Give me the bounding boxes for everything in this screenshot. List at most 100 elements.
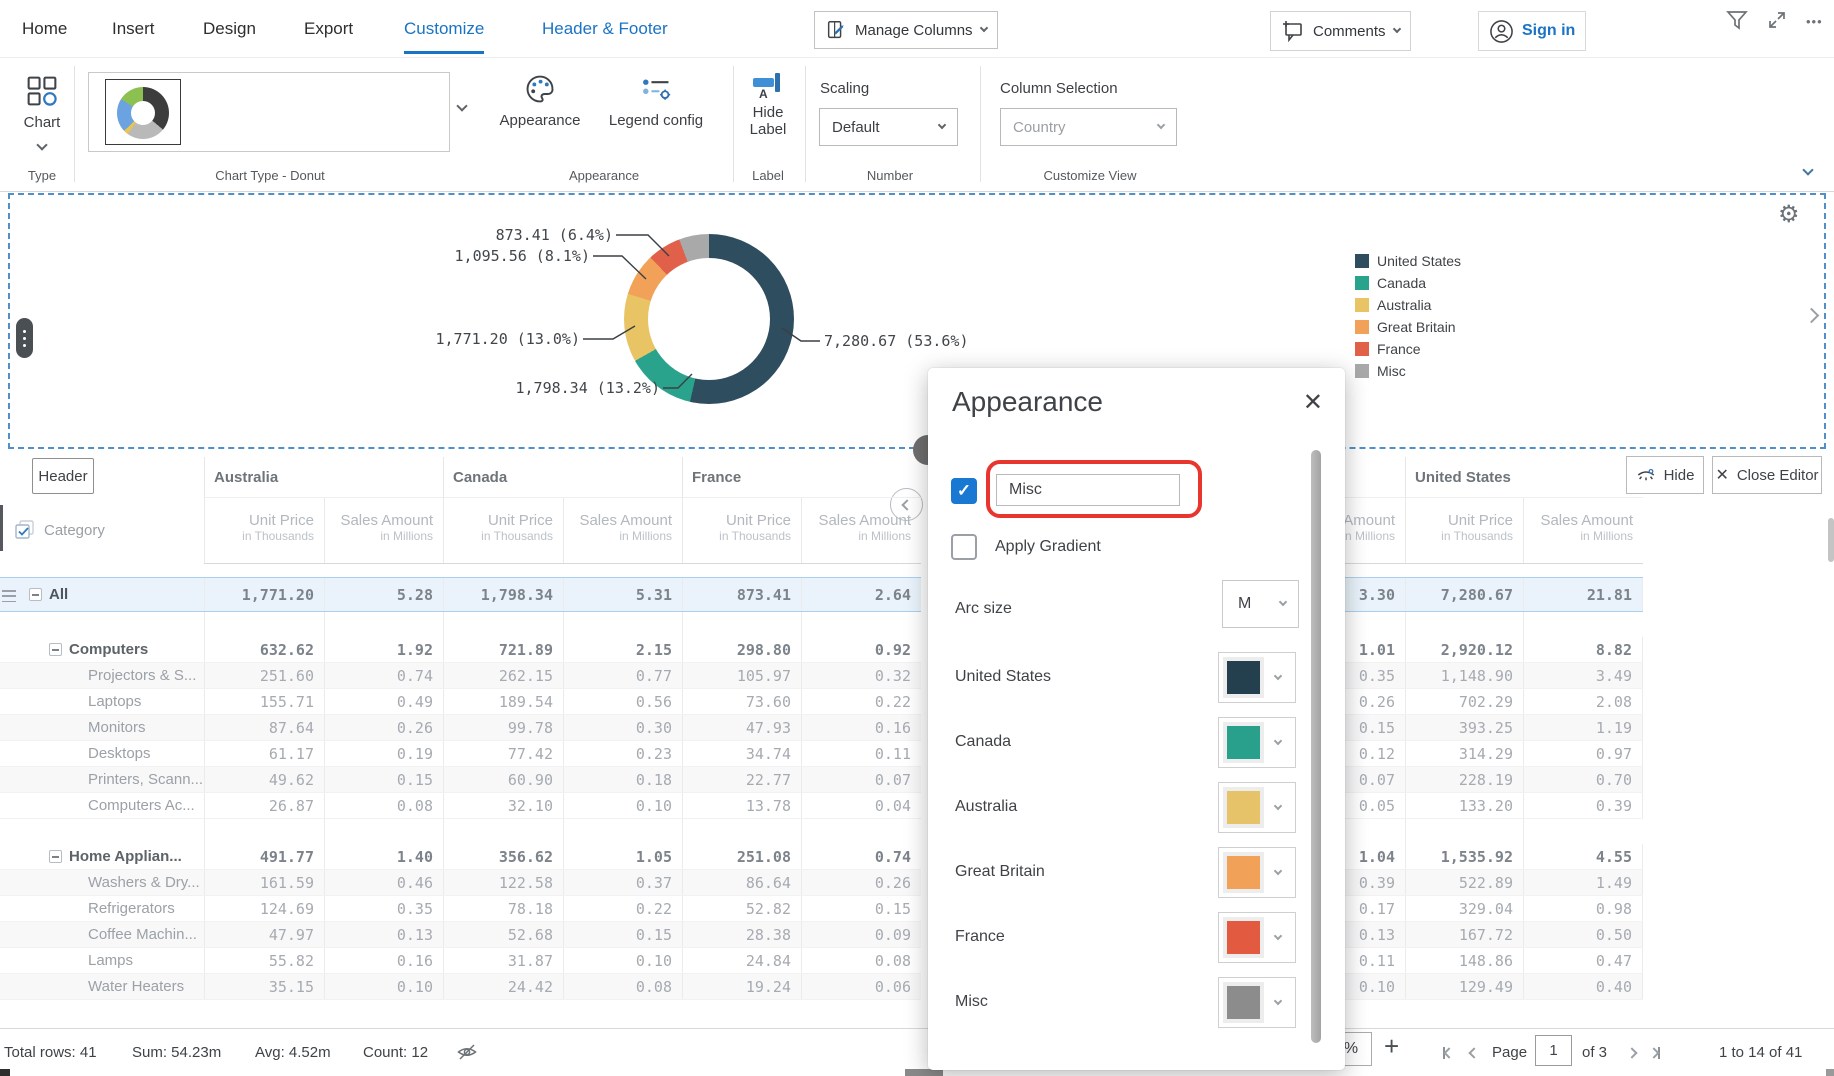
chart-type-button[interactable]: Chart	[16, 74, 68, 149]
collapse-icon[interactable]	[49, 643, 62, 656]
collapse-icon[interactable]	[29, 588, 42, 601]
tab-design[interactable]: Design	[203, 0, 256, 58]
grid-cell[interactable]: 522.89	[1405, 870, 1523, 895]
column-header-measure[interactable]: Unit Pricein Thousands	[682, 497, 801, 563]
comments-button[interactable]: Comments	[1270, 11, 1411, 51]
legend-config-button[interactable]: Legend config	[598, 72, 714, 129]
color-swatch-dropdown[interactable]	[1218, 652, 1296, 703]
tab-insert[interactable]: Insert	[112, 0, 155, 58]
grid-cell[interactable]: 1,771.20	[204, 578, 324, 611]
collapse-ribbon-icon[interactable]	[1802, 164, 1813, 175]
grid-cell[interactable]: 1,535.92	[1405, 844, 1523, 869]
grid-cell[interactable]: 0.74	[324, 663, 443, 688]
grid-cell[interactable]: 129.49	[1405, 974, 1523, 999]
drag-handle[interactable]	[16, 318, 33, 358]
grid-cell[interactable]: 0.92	[801, 637, 921, 662]
grid-cell[interactable]: 2,920.12	[1405, 637, 1523, 662]
misc-name-input[interactable]	[996, 474, 1180, 506]
tab-customize[interactable]: Customize	[404, 0, 484, 58]
row-label-cell[interactable]: Home Applian...	[0, 844, 204, 869]
grid-cell[interactable]: 0.13	[324, 922, 443, 947]
grid-cell[interactable]: 122.58	[443, 870, 563, 895]
zoom-in-button[interactable]: +	[1384, 1031, 1399, 1062]
grid-cell[interactable]: 61.17	[204, 741, 324, 766]
selector-chevron-icon[interactable]	[456, 100, 467, 111]
column-header-measure[interactable]: Sales Amountin Millions	[801, 497, 921, 563]
row-label-cell[interactable]: Computers Ac...	[0, 793, 204, 818]
legend-item[interactable]: Great Britain	[1355, 316, 1461, 338]
grid-cell[interactable]: 393.25	[1405, 715, 1523, 740]
grid-cell[interactable]: 0.16	[324, 948, 443, 973]
row-label-cell[interactable]: All	[0, 578, 204, 611]
grid-cell[interactable]: 0.08	[324, 793, 443, 818]
grid-cell[interactable]: 0.22	[563, 896, 682, 921]
grid-cell[interactable]: 0.18	[563, 767, 682, 792]
dialog-close-icon[interactable]: ✕	[1303, 388, 1323, 417]
tab-export[interactable]: Export	[304, 0, 353, 58]
grid-cell[interactable]: 702.29	[1405, 689, 1523, 714]
row-drag-icon[interactable]	[2, 590, 16, 602]
grid-cell[interactable]: 105.97	[682, 663, 801, 688]
donut-ring[interactable]	[624, 234, 794, 404]
column-header-measure[interactable]: Unit Pricein Thousands	[204, 497, 324, 563]
tab-home[interactable]: Home	[22, 0, 67, 58]
appearance-button[interactable]: Appearance	[494, 72, 586, 129]
collapse-icon[interactable]	[49, 850, 62, 863]
filter-icon[interactable]	[1725, 8, 1749, 32]
row-label-cell[interactable]: Coffee Machin...	[0, 922, 204, 947]
grid-cell[interactable]: 228.19	[1405, 767, 1523, 792]
grid-cell[interactable]: 133.20	[1405, 793, 1523, 818]
grid-cell[interactable]: 0.46	[324, 870, 443, 895]
header-button[interactable]: Header	[32, 458, 94, 494]
grid-cell[interactable]: 0.10	[324, 974, 443, 999]
grid-cell[interactable]: 251.60	[204, 663, 324, 688]
grid-cell[interactable]: 298.80	[682, 637, 801, 662]
row-label-cell[interactable]: Monitors	[0, 715, 204, 740]
close-editor-button[interactable]: ✕ Close Editor	[1712, 456, 1822, 494]
grid-cell[interactable]: 55.82	[204, 948, 324, 973]
grid-cell[interactable]: 873.41	[682, 578, 801, 611]
grid-cell[interactable]: 7,280.67	[1405, 578, 1523, 611]
legend-item[interactable]: France	[1355, 338, 1461, 360]
vertical-scrollbar[interactable]	[1828, 518, 1834, 562]
grid-cell[interactable]: 0.77	[563, 663, 682, 688]
grid-cell[interactable]: 189.54	[443, 689, 563, 714]
grid-cell[interactable]: 19.24	[682, 974, 801, 999]
grid-cell[interactable]: 0.40	[1523, 974, 1643, 999]
legend-item[interactable]: United States	[1355, 250, 1461, 272]
grid-cell[interactable]: 87.64	[204, 715, 324, 740]
column-header-country[interactable]: Australia	[204, 457, 443, 497]
grid-cell[interactable]: 0.11	[801, 741, 921, 766]
grid-cell[interactable]: 34.74	[682, 741, 801, 766]
grid-cell[interactable]: 47.97	[204, 922, 324, 947]
grid-cell[interactable]: 251.08	[682, 844, 801, 869]
scaling-dropdown[interactable]: Default	[819, 108, 958, 146]
legend-item[interactable]: Australia	[1355, 294, 1461, 316]
fullscreen-icon[interactable]	[1765, 8, 1789, 32]
grid-cell[interactable]: 2.15	[563, 637, 682, 662]
sign-in-button[interactable]: Sign in	[1478, 11, 1586, 51]
grid-cell[interactable]: 1.40	[324, 844, 443, 869]
next-page-button[interactable]	[1628, 1029, 1636, 1076]
grid-cell[interactable]: 0.15	[801, 896, 921, 921]
grid-cell[interactable]: 35.15	[204, 974, 324, 999]
grid-cell[interactable]: 0.15	[324, 767, 443, 792]
grid-cell[interactable]: 0.04	[801, 793, 921, 818]
grid-cell[interactable]: 0.22	[801, 689, 921, 714]
grid-cell[interactable]: 8.82	[1523, 637, 1643, 662]
chart-next-arrow[interactable]	[1806, 308, 1817, 326]
horizontal-scrollbar-left[interactable]	[0, 1069, 10, 1076]
row-label-cell[interactable]: Printers, Scann...	[0, 767, 204, 792]
tab-header-footer[interactable]: Header & Footer	[542, 0, 668, 58]
grid-cell[interactable]: 2.64	[801, 578, 921, 611]
grid-cell[interactable]: 155.71	[204, 689, 324, 714]
first-page-button[interactable]	[1443, 1029, 1453, 1076]
gear-icon[interactable]: ⚙	[1778, 200, 1800, 229]
page-input[interactable]	[1535, 1035, 1572, 1066]
color-swatch-dropdown[interactable]	[1218, 782, 1296, 833]
grid-cell[interactable]: 0.10	[563, 948, 682, 973]
grid-cell[interactable]: 78.18	[443, 896, 563, 921]
grid-cell[interactable]: 0.39	[1523, 793, 1643, 818]
legend-item[interactable]: Canada	[1355, 272, 1461, 294]
grid-cell[interactable]: 0.30	[563, 715, 682, 740]
